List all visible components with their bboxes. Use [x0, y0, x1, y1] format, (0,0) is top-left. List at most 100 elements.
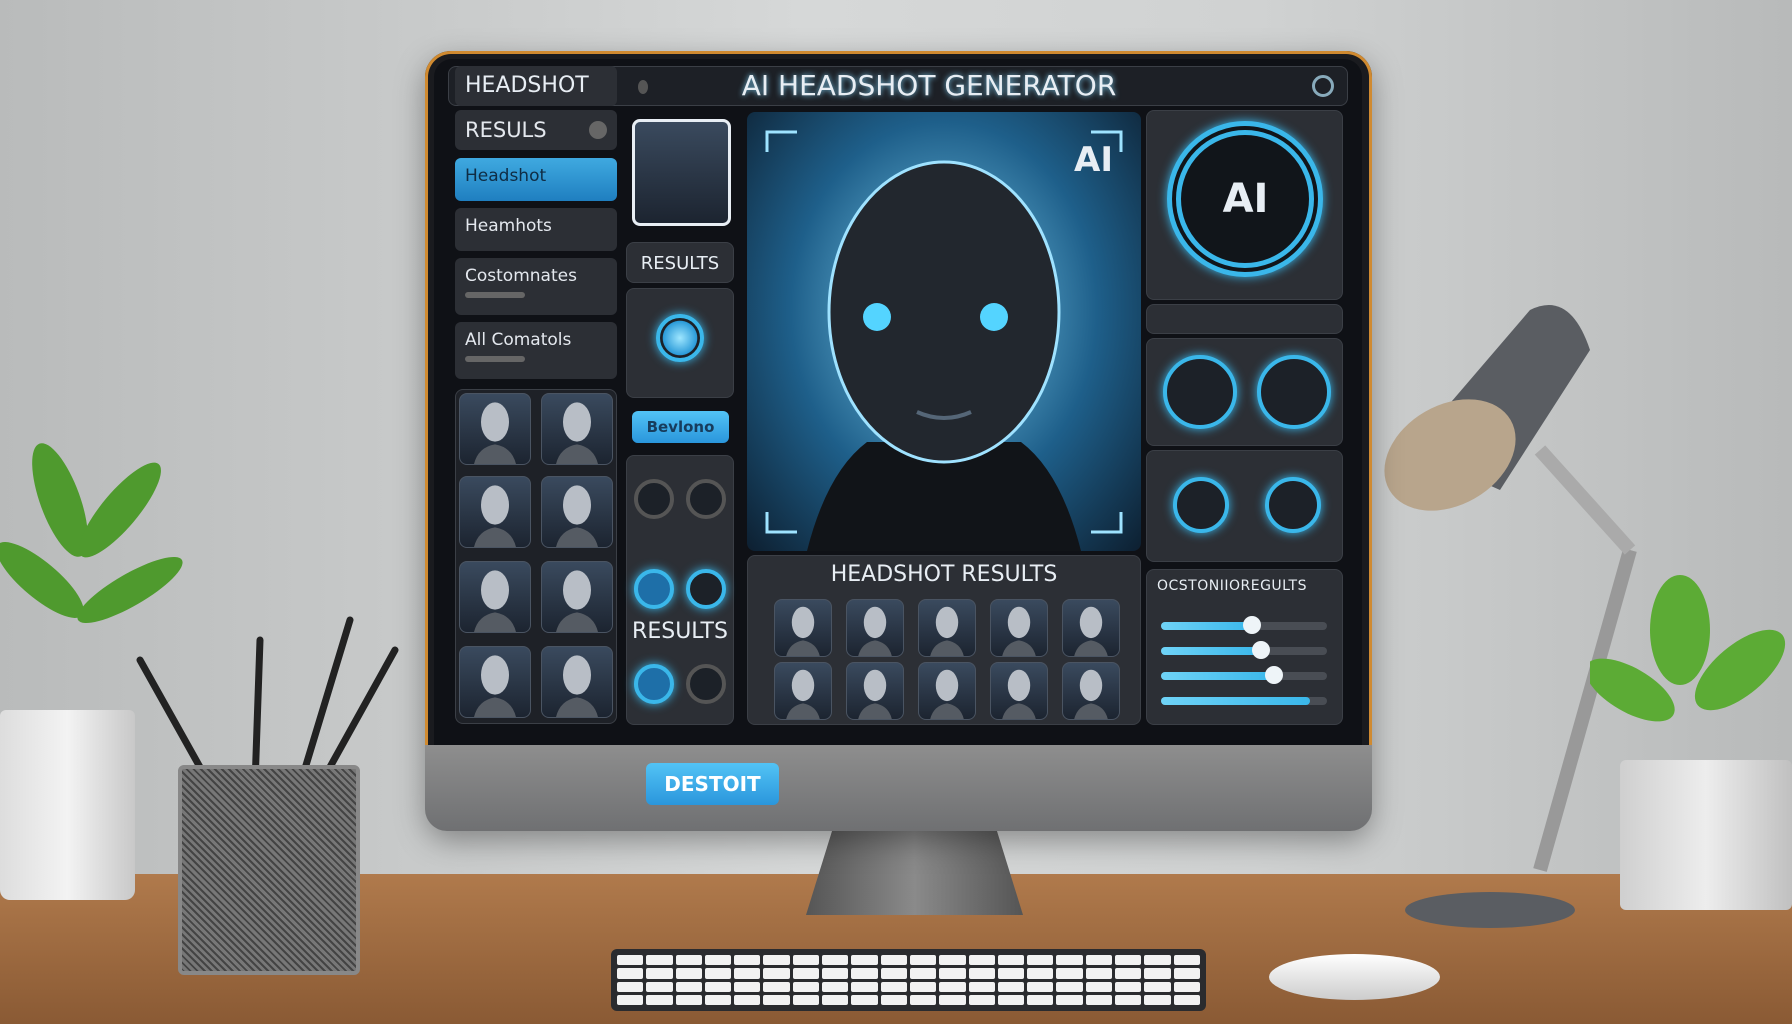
key	[675, 994, 702, 1005]
key	[1027, 955, 1054, 966]
key	[1144, 994, 1171, 1005]
key	[880, 968, 907, 979]
key	[997, 994, 1025, 1005]
sidebar-item-headshot[interactable]: Headshot	[455, 158, 617, 201]
customize-slider[interactable]	[1161, 666, 1327, 684]
sidebar-thumbnail[interactable]	[459, 393, 531, 465]
icon-strip	[1146, 304, 1343, 334]
tool-icon-1[interactable]	[634, 479, 674, 519]
sidebar-thumbnail[interactable]	[541, 561, 613, 633]
key	[851, 981, 878, 992]
ai-badge: AI	[1074, 140, 1113, 180]
key	[675, 968, 702, 979]
plant-right	[1585, 570, 1792, 760]
result-thumbnail[interactable]	[774, 599, 832, 657]
key	[763, 981, 790, 992]
uploaded-photo[interactable]	[632, 119, 731, 226]
key	[997, 955, 1025, 966]
key	[1144, 955, 1171, 966]
fingerprint-icon[interactable]	[1257, 355, 1331, 429]
scan-icon[interactable]	[656, 314, 704, 362]
key	[792, 981, 820, 992]
tool-icon-6[interactable]	[686, 664, 726, 704]
sidebar-item-results[interactable]: RESULS	[455, 110, 617, 150]
app-screen: HEADSHOT AI HEADSHOT GENERATOR RESULS He…	[434, 59, 1362, 745]
pot-left	[0, 710, 135, 900]
result-thumbnail[interactable]	[990, 599, 1048, 657]
sidebar-item-customizes[interactable]: Costomnates	[455, 258, 617, 315]
customize-slider[interactable]	[1161, 697, 1327, 705]
customize-title: OCSTONIIOREGULTS	[1157, 578, 1307, 594]
result-thumbnail[interactable]	[990, 662, 1048, 720]
key	[1027, 994, 1054, 1005]
key	[734, 955, 761, 966]
key	[1115, 955, 1142, 966]
key	[1115, 981, 1142, 992]
generate-button[interactable]: Bevlono	[632, 411, 729, 443]
toggle-icon[interactable]	[589, 121, 607, 139]
result-thumbnail[interactable]	[774, 662, 832, 720]
key	[880, 981, 907, 992]
sidebar-item-label: Heamhots	[465, 216, 552, 236]
key	[1173, 968, 1200, 979]
results-tab[interactable]: RESULTS	[626, 242, 734, 283]
result-thumbnail[interactable]	[918, 599, 976, 657]
key	[1144, 981, 1171, 992]
sidebar-thumbnail[interactable]	[459, 646, 531, 718]
key	[968, 981, 995, 992]
result-thumbnail[interactable]	[1062, 662, 1120, 720]
result-thumbnail[interactable]	[846, 599, 904, 657]
result-thumbnail[interactable]	[846, 662, 904, 720]
sidebar-thumbnail[interactable]	[541, 393, 613, 465]
key	[646, 968, 673, 979]
key	[1173, 981, 1200, 992]
key	[704, 994, 732, 1005]
key	[939, 955, 966, 966]
result-thumbnail[interactable]	[1062, 599, 1120, 657]
status-dot-icon	[638, 80, 648, 94]
key	[880, 994, 907, 1005]
key	[1056, 981, 1083, 992]
sidebar-thumbnail[interactable]	[459, 561, 531, 633]
sidebar-item-all-controls[interactable]: All Comatols	[455, 322, 617, 379]
tool-icon-2[interactable]	[686, 479, 726, 519]
slider-knob[interactable]	[1243, 616, 1262, 634]
results-label: RESULTS	[632, 619, 728, 644]
key	[939, 994, 966, 1005]
slider-knob[interactable]	[1264, 666, 1283, 684]
key	[763, 994, 790, 1005]
key	[734, 968, 761, 979]
customize-slider[interactable]	[1161, 641, 1327, 659]
result-thumbnail[interactable]	[918, 662, 976, 720]
key	[822, 968, 849, 979]
key	[646, 955, 673, 966]
key	[617, 981, 644, 992]
camera-icon[interactable]	[1163, 355, 1237, 429]
key	[968, 994, 995, 1005]
key	[939, 981, 966, 992]
tool-icon-3[interactable]	[634, 569, 674, 609]
key	[1056, 955, 1083, 966]
customize-panel: OCSTONIIOREGULTS	[1146, 569, 1343, 725]
sidebar-item-headshots[interactable]: Heamhots	[455, 208, 617, 251]
slider-knob[interactable]	[1251, 641, 1270, 659]
settings-icon[interactable]	[1312, 75, 1334, 97]
ai-ring-label: AI	[1222, 176, 1269, 222]
filter-icon[interactable]	[1265, 477, 1321, 533]
results-title: HEADSHOT RESULTS	[830, 562, 1058, 587]
key	[968, 955, 995, 966]
customize-slider[interactable]	[1161, 616, 1327, 634]
key	[1085, 981, 1113, 992]
tool-icon-5[interactable]	[634, 664, 674, 704]
chin-button[interactable]: DESTOIT	[646, 763, 779, 805]
key	[1027, 968, 1054, 979]
sidebar-thumbnail[interactable]	[459, 476, 531, 548]
mode-panel-2	[1146, 450, 1343, 562]
key	[1085, 955, 1113, 966]
adjust-icon[interactable]	[1173, 477, 1229, 533]
key	[792, 955, 820, 966]
sidebar-thumbnail[interactable]	[541, 646, 613, 718]
key	[822, 955, 849, 966]
tool-icon-4[interactable]	[686, 569, 726, 609]
sidebar-thumbnail[interactable]	[541, 476, 613, 548]
